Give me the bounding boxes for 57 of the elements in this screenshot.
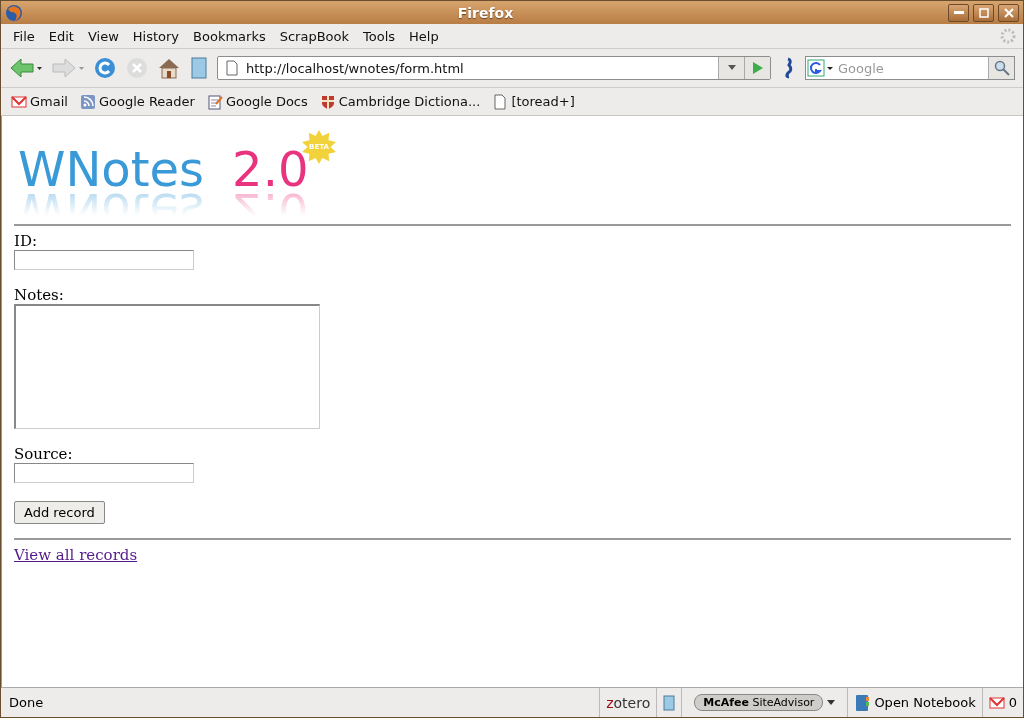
envelope-icon [988, 694, 1005, 711]
reload-icon [93, 56, 117, 80]
menu-item[interactable]: History [126, 26, 186, 46]
close-icon [1003, 7, 1014, 18]
feed-icon [79, 93, 96, 110]
menu-item[interactable]: Bookmarks [187, 26, 272, 46]
search-icon [993, 60, 1010, 76]
zotero-label[interactable]: zotero [606, 694, 651, 711]
field-label: Source: [14, 445, 74, 463]
notebook-icon [189, 56, 209, 80]
minimize-button[interactable] [948, 3, 969, 22]
maximize-button[interactable] [973, 3, 994, 22]
envelope-icon [11, 93, 27, 110]
menu-item[interactable]: ScrapBook [273, 26, 356, 46]
text-input[interactable] [14, 250, 194, 270]
text-input[interactable] [14, 463, 194, 483]
shield-icon [319, 93, 336, 110]
document-pencil-icon [206, 93, 223, 110]
window-title: Firefox [456, 4, 515, 21]
menu-item[interactable]: View [81, 26, 125, 46]
field-label: ID: [14, 232, 38, 250]
stop-icon [125, 56, 149, 80]
bookmark-link[interactable]: Google Docs [206, 93, 308, 110]
dropdown-button[interactable] [718, 57, 744, 79]
maximize-icon [978, 7, 989, 18]
mail-count: 0 [1008, 695, 1017, 710]
back-arrow-icon [9, 56, 43, 80]
bookmark-link[interactable]: Google Reader [79, 93, 195, 110]
notebook-icon [854, 693, 871, 712]
caret-icon [827, 699, 836, 706]
caret-icon [727, 65, 736, 71]
play-icon [751, 61, 764, 75]
menu-item[interactable]: File [7, 26, 41, 46]
bookmark-link[interactable]: Gmail [11, 93, 68, 110]
address-field[interactable]: http://localhost/wnotes/form.html [217, 56, 771, 80]
open-notebook-label[interactable]: Open Notebook [874, 695, 976, 710]
spinner-icon [999, 27, 1017, 45]
add-record-button[interactable]: Add record [14, 501, 105, 524]
search-engine-icon [806, 58, 834, 78]
page-icon [224, 60, 240, 76]
forward-arrow-icon [51, 56, 85, 80]
notebook-icon [663, 694, 676, 711]
home-icon [157, 56, 181, 80]
field-label: Notes: [14, 286, 65, 304]
menu-item[interactable]: Help [403, 26, 445, 46]
status-text: Done [8, 694, 45, 712]
minimize-icon [953, 11, 964, 14]
notes-textarea[interactable] [14, 304, 320, 429]
bookmark-link[interactable]: [toread+] [492, 93, 575, 110]
search-button[interactable] [988, 57, 1014, 79]
menu-item[interactable]: Edit [42, 26, 80, 46]
view-records-link[interactable]: View all records [14, 546, 138, 564]
page-icon [492, 93, 509, 110]
siteadvisor-badge[interactable]: McAfee SiteAdvisor [694, 694, 824, 711]
bookmark-link[interactable]: Cambridge Dictiona... [319, 93, 481, 110]
close-button[interactable] [998, 3, 1019, 22]
menu-item[interactable]: Tools [357, 26, 402, 46]
